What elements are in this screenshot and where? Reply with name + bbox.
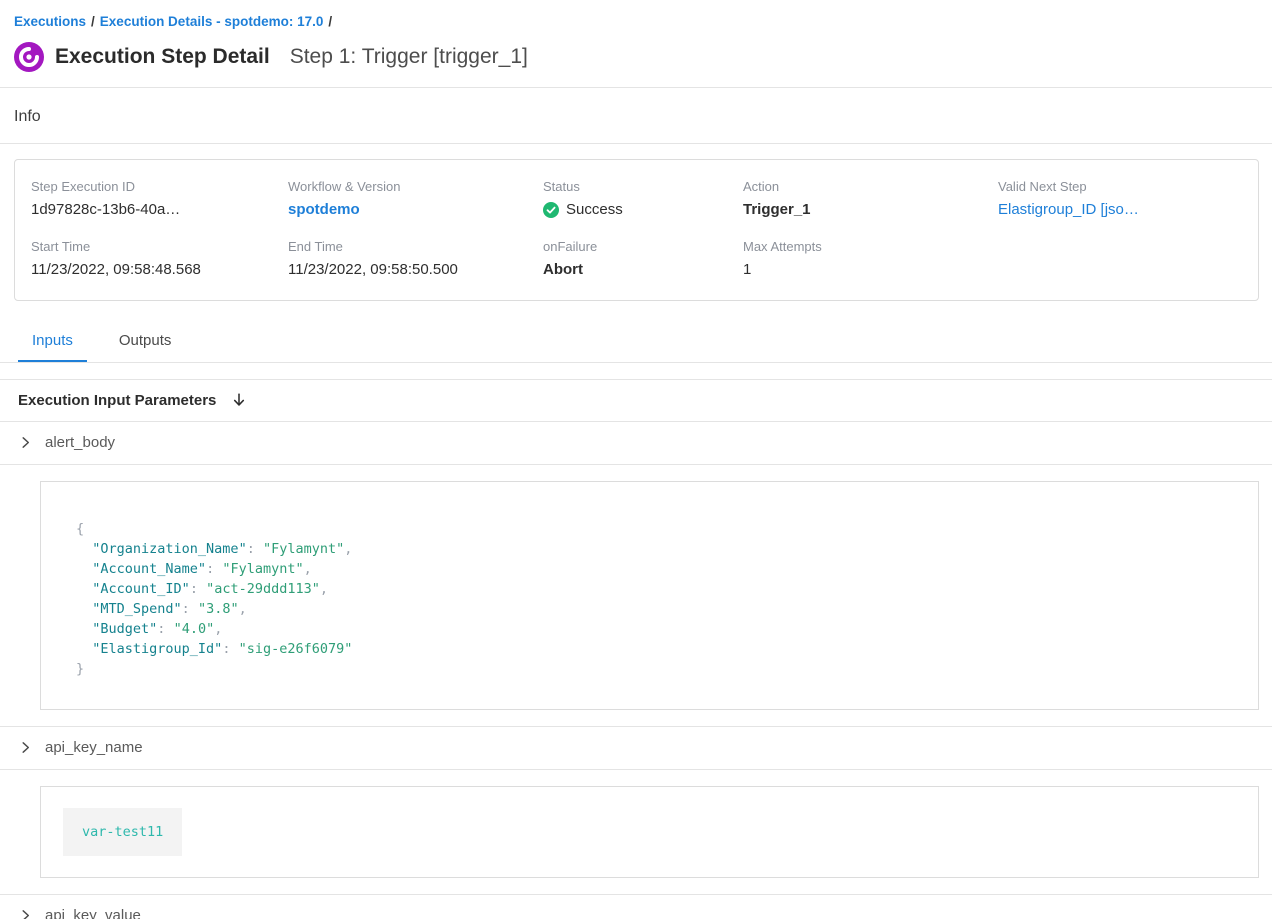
api-key-name-value: var-test11 (63, 808, 182, 856)
field-value: 1 (743, 261, 998, 278)
field-label: End Time (288, 239, 543, 254)
field-step-execution-id: Step Execution ID 1d97828c-13b6-40a… (31, 179, 288, 218)
section-name: alert_body (45, 434, 115, 451)
field-label: Workflow & Version (288, 179, 543, 194)
chevron-right-icon (19, 741, 32, 754)
field-label: onFailure (543, 239, 743, 254)
success-check-icon (543, 202, 559, 218)
status-text: Success (566, 201, 623, 218)
valid-next-step-link[interactable]: Elastigroup_ID [jso… (998, 201, 1139, 218)
breadcrumb-link-executions[interactable]: Executions (14, 14, 86, 29)
field-value: 11/23/2022, 09:58:48.568 (31, 261, 288, 278)
field-status: Status Success (543, 179, 743, 218)
status-badge: Success (543, 201, 743, 218)
field-label: Action (743, 179, 998, 194)
field-empty (998, 239, 1242, 278)
info-section-title: Info (0, 88, 1272, 144)
section-name: api_key_name (45, 739, 143, 756)
info-card: Step Execution ID 1d97828c-13b6-40a… Wor… (14, 159, 1259, 301)
page-title: Execution Step Detail (55, 45, 270, 69)
alert-body-content: { "Organization_Name": "Fylamynt", "Acco… (0, 481, 1272, 727)
field-value: Abort (543, 261, 743, 278)
breadcrumb: Executions / Execution Details - spotdemo:… (0, 0, 1272, 29)
field-workflow-version: Workflow & Version spotdemo (288, 179, 543, 218)
field-action: Action Trigger_1 (743, 179, 998, 218)
field-value: Trigger_1 (743, 201, 998, 218)
tab-bar: Inputs Outputs (0, 316, 1272, 363)
tab-outputs[interactable]: Outputs (105, 328, 186, 362)
field-label: Start Time (31, 239, 288, 254)
field-label: Max Attempts (743, 239, 998, 254)
section-header-alert-body[interactable]: alert_body (0, 422, 1272, 465)
field-max-attempts: Max Attempts 1 (743, 239, 998, 278)
page-subtitle: Step 1: Trigger [trigger_1] (290, 45, 528, 69)
fylamynt-logo-icon (14, 42, 44, 72)
field-label: Step Execution ID (31, 179, 288, 194)
params-title: Execution Input Parameters (18, 392, 216, 409)
field-end-time: End Time 11/23/2022, 09:58:50.500 (288, 239, 543, 278)
breadcrumb-separator: / (328, 14, 332, 29)
chevron-right-icon (19, 436, 32, 449)
field-valid-next-step: Valid Next Step Elastigroup_ID [jso… (998, 179, 1242, 218)
section-name: api_key_value (45, 907, 141, 919)
field-start-time: Start Time 11/23/2022, 09:58:48.568 (31, 239, 288, 278)
section-header-api-key-value[interactable]: api_key_value (0, 895, 1272, 919)
field-label: Valid Next Step (998, 179, 1242, 194)
api-key-name-content: var-test11 (0, 786, 1272, 895)
field-value: 1d97828c-13b6-40a… (31, 201, 288, 218)
field-label: Status (543, 179, 743, 194)
api-key-name-editor[interactable]: var-test11 (40, 786, 1259, 878)
breadcrumb-link-execution-details[interactable]: Execution Details - spotdemo: 17.0 (100, 14, 324, 29)
collapse-all-icon[interactable] (230, 391, 248, 409)
field-value: 11/23/2022, 09:58:50.500 (288, 261, 543, 278)
params-title-row: Execution Input Parameters (0, 380, 1272, 422)
page-header: Execution Step Detail Step 1: Trigger [t… (0, 29, 1272, 88)
workflow-link[interactable]: spotdemo (288, 201, 360, 218)
execution-parameters-panel: Execution Input Parameters alert_body { … (0, 379, 1272, 919)
tab-inputs[interactable]: Inputs (18, 328, 87, 362)
chevron-right-icon (19, 909, 32, 919)
alert-body-code[interactable]: { "Organization_Name": "Fylamynt", "Acco… (40, 481, 1259, 710)
section-header-api-key-name[interactable]: api_key_name (0, 727, 1272, 770)
field-onfailure: onFailure Abort (543, 239, 743, 278)
breadcrumb-separator: / (91, 14, 95, 29)
